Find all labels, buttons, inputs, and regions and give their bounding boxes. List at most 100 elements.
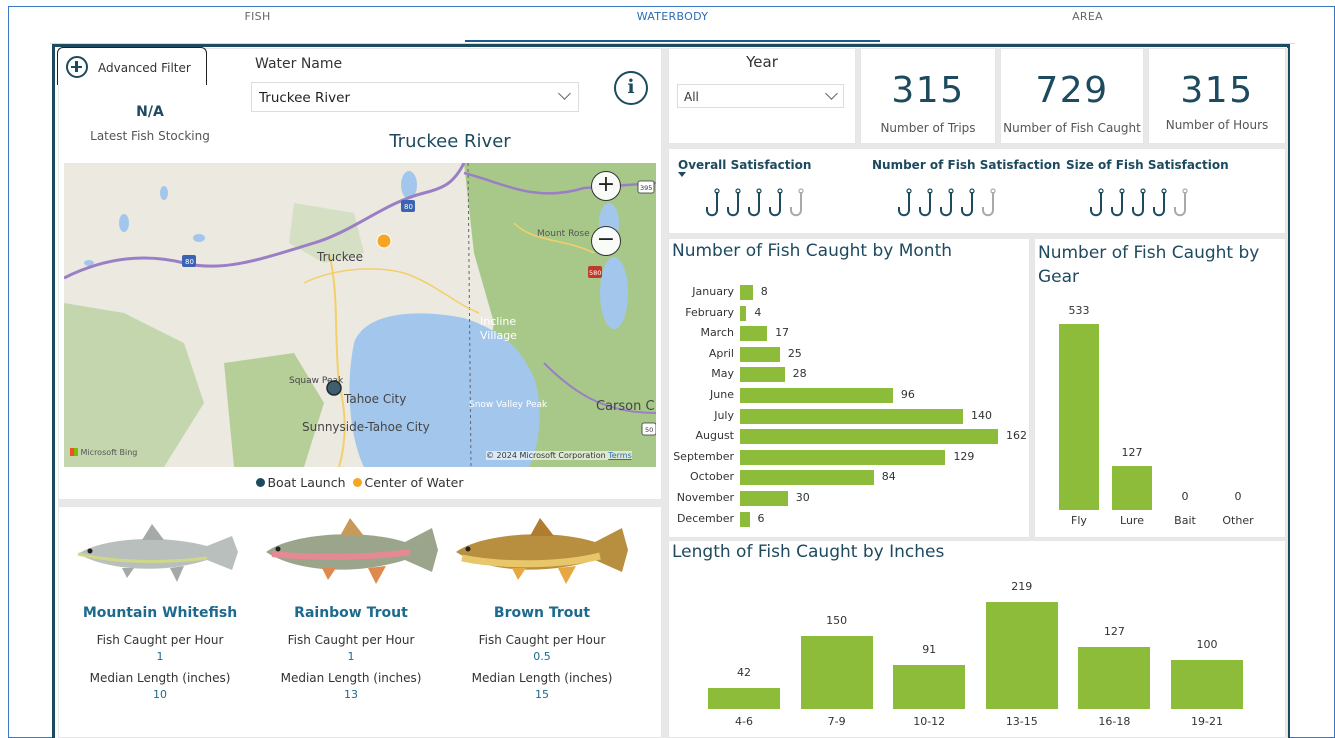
tab-fish[interactable]: FISH [200,10,315,23]
kpi-trips-label: Number of Trips [880,121,976,135]
zoom-out-button[interactable]: − [591,226,621,256]
length-category-label: 10-12 [913,715,946,728]
svg-text:Village: Village [480,329,517,342]
month-bar-value: 17 [775,326,790,340]
month-bar [740,367,785,383]
terms-link[interactable]: Terms [608,451,632,460]
gear-bar-value: 0 [1181,490,1189,503]
svg-text:Tahoe City: Tahoe City [343,392,406,406]
year-value: All [684,90,699,104]
legend-boat-launch: Boat Launch [267,475,346,490]
boat-launch-dot [256,478,266,487]
length-chart-title: Length of Fish Caught by Inches [672,542,945,562]
hook-filled-icon [1132,188,1146,217]
svg-text:Sunnyside-Tahoe City: Sunnyside-Tahoe City [302,420,430,434]
fish-length-value: 10 [153,688,167,701]
fish-name: Rainbow Trout [294,605,408,621]
water-name-value: Truckee River [259,90,351,106]
kpi-hours-value: 315 [1180,70,1254,111]
month-bar [740,491,788,506]
fish-length-label: Median Length (inches) [471,671,613,685]
svg-text:50: 50 [645,426,653,434]
map-graphic: 80 80 580 395 50 Truckee Mount Rose Incl… [64,163,656,467]
chevron-down-icon [558,87,571,100]
map-title: Truckee River [389,131,511,152]
month-bar [740,429,998,445]
month-bar-value: 30 [795,491,810,504]
hook-filled-icon [1153,188,1167,217]
month-label: July [714,408,734,422]
fish-length-label: Median Length (inches) [280,671,422,685]
svg-text:Mount Rose: Mount Rose [537,229,590,239]
map[interactable]: 80 80 580 395 50 Truckee Mount Rose Incl… [64,163,656,467]
month-chart-title: Number of Fish Caught by Month [672,241,953,261]
month-bar [740,449,946,465]
month-label: August [695,429,735,443]
rainbow-trout-image [266,518,438,584]
advanced-filter-label: Advanced Filter [98,61,191,75]
hook-filled-icon [769,188,783,217]
year-dropdown[interactable]: All [677,84,844,108]
advanced-filter-button[interactable]: Advanced Filter [57,47,207,85]
month-label: December [676,511,734,525]
map-copyright: © 2024 Microsoft Corporation Terms [486,451,632,460]
month-bar [740,305,747,321]
gear-category-label: Lure [1120,514,1144,527]
hook-filled-icon [1090,188,1104,217]
center-water-dot [353,478,363,487]
water-name-label: Water Name [255,56,343,72]
kpi-trips-value: 315 [891,70,965,111]
month-label: October [689,470,734,484]
length-bar-value: 42 [737,666,751,680]
svg-text:Carson C: Carson C [596,399,655,414]
svg-text:Snow Valley Peak: Snow Valley Peak [469,400,548,410]
fish-rate-label: Fish Caught per Hour [96,633,224,647]
svg-text:395: 395 [640,184,652,192]
length-category-label: 13-15 [1005,715,1038,728]
month-bar-value: 28 [792,367,807,381]
month-label: November [676,491,734,504]
tab-waterbody[interactable]: WATERBODY [600,10,745,23]
gear-bar [1112,465,1152,510]
water-name-dropdown[interactable]: Truckee River [251,82,579,112]
fish-name: Brown Trout [493,605,591,621]
whitefish-image [77,524,238,582]
gear-chart-title: Number of Fish Caught by Gear [1038,243,1260,287]
gear-category-label: Fly [1071,514,1087,527]
month-bar-value: 4 [754,305,762,319]
fish-length-value: 15 [535,688,549,701]
month-bar [740,408,963,424]
length-bar-value: 127 [1103,624,1125,638]
fish-rate-value: 0.5 [533,650,551,663]
hook-empty-icon [982,188,996,217]
length-chart: 42 4-6 150 7-9 91 10-12 219 13-15 127 16-18 100 19-… [700,575,1260,735]
fish-rate-value: 1 [347,650,355,663]
tab-area[interactable]: AREA [1030,10,1145,23]
gear-bar-value: 127 [1121,445,1143,459]
length-bar-value: 91 [922,642,937,656]
gear-category-label: Bait [1174,514,1196,527]
month-bar-value: 25 [787,346,802,360]
month-bar [740,326,768,342]
month-label: May [711,367,734,381]
month-bar [740,346,780,362]
kpi-fish-value: 729 [1035,70,1109,111]
month-bar-value: 162 [1006,429,1027,443]
length-category-label: 7-9 [827,715,846,728]
bing-attribution: Microsoft Bing [80,448,138,457]
hook-empty-icon [1174,188,1188,217]
gear-category-label: Other [1222,514,1254,527]
length-bar [800,635,873,709]
chevron-down-icon [825,87,838,100]
year-label: Year [746,53,778,71]
month-bar-value: 6 [757,511,765,525]
gear-bar-value: 533 [1068,304,1090,317]
kpi-fish-label: Number of Fish Caught [1003,121,1141,135]
zoom-in-button[interactable]: + [591,171,621,201]
month-bar [740,285,753,300]
svg-text:Truckee: Truckee [316,250,363,264]
month-label: June [710,388,734,401]
stocking-label: Latest Fish Stocking [90,129,210,143]
info-icon[interactable]: i [614,71,648,105]
fish-size-satisfaction-label: Size of Fish Satisfaction [1066,158,1229,172]
